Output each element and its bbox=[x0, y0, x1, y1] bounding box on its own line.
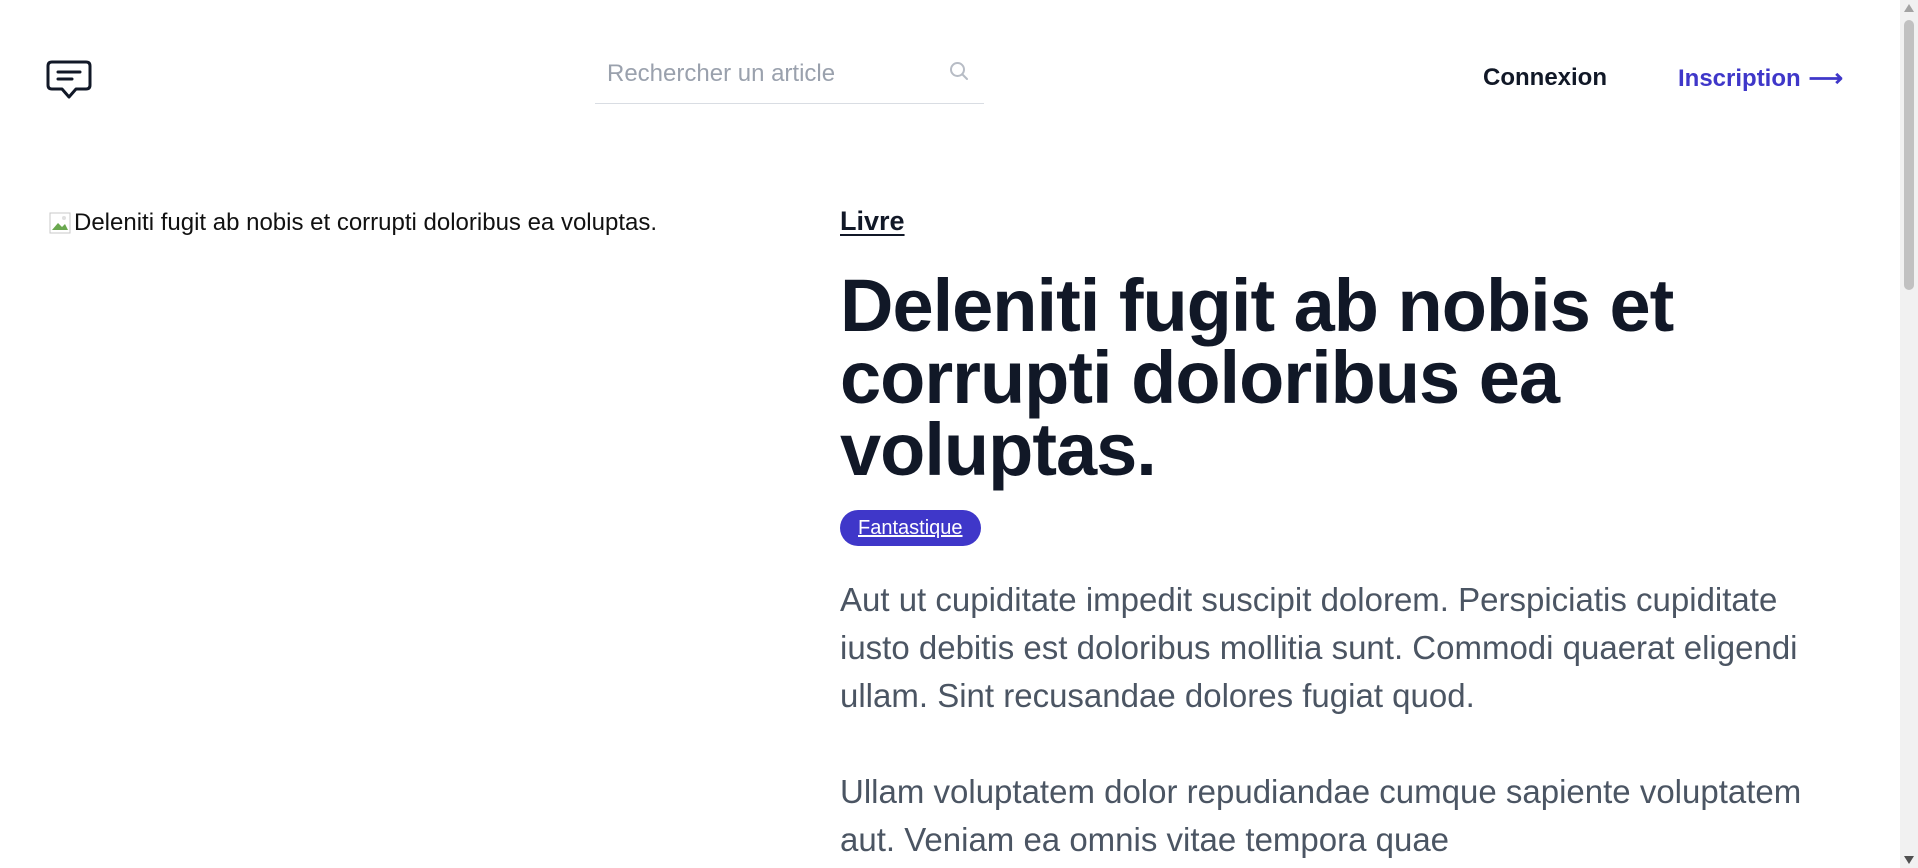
search-input[interactable] bbox=[607, 56, 927, 92]
article-title: Deleniti fugit ab nobis et corrupti dolo… bbox=[840, 264, 1674, 491]
login-link[interactable]: Connexion bbox=[1483, 64, 1607, 92]
article-paragraph: Ullam voluptatem dolor repudiandae cumqu… bbox=[840, 773, 1802, 858]
scroll-down-arrow-icon[interactable] bbox=[1904, 856, 1914, 864]
chat-bubble-icon bbox=[46, 60, 92, 99]
category-link[interactable]: Livre bbox=[840, 200, 905, 242]
article-paragraph: Aut ut cupiditate impedit suscipit dolor… bbox=[840, 581, 1798, 714]
site-header: Connexion Inscription ⟶ bbox=[0, 0, 1900, 120]
article-content: Livre Deleniti fugit ab nobis et corrupt… bbox=[840, 200, 1840, 864]
signup-label: Inscription bbox=[1678, 65, 1801, 92]
article-image-alt-text: Deleniti fugit ab nobis et corrupti dolo… bbox=[74, 209, 658, 236]
vertical-scrollbar[interactable] bbox=[1900, 0, 1918, 868]
arrow-right-icon: ⟶ bbox=[1808, 65, 1844, 92]
article-image: Deleniti fugit ab nobis et corrupti dolo… bbox=[48, 203, 768, 243]
signup-link[interactable]: Inscription ⟶ bbox=[1678, 64, 1843, 93]
scrollbar-thumb[interactable] bbox=[1904, 20, 1914, 290]
home-logo-link[interactable] bbox=[46, 58, 98, 104]
search-icon[interactable] bbox=[948, 60, 970, 82]
page: Connexion Inscription ⟶ Deleniti fugit ab… bbox=[0, 0, 1918, 868]
broken-image-icon bbox=[49, 212, 71, 234]
scroll-up-arrow-icon[interactable] bbox=[1904, 4, 1914, 12]
search-box bbox=[595, 52, 984, 104]
tag-badge[interactable]: Fantastique bbox=[840, 510, 981, 546]
